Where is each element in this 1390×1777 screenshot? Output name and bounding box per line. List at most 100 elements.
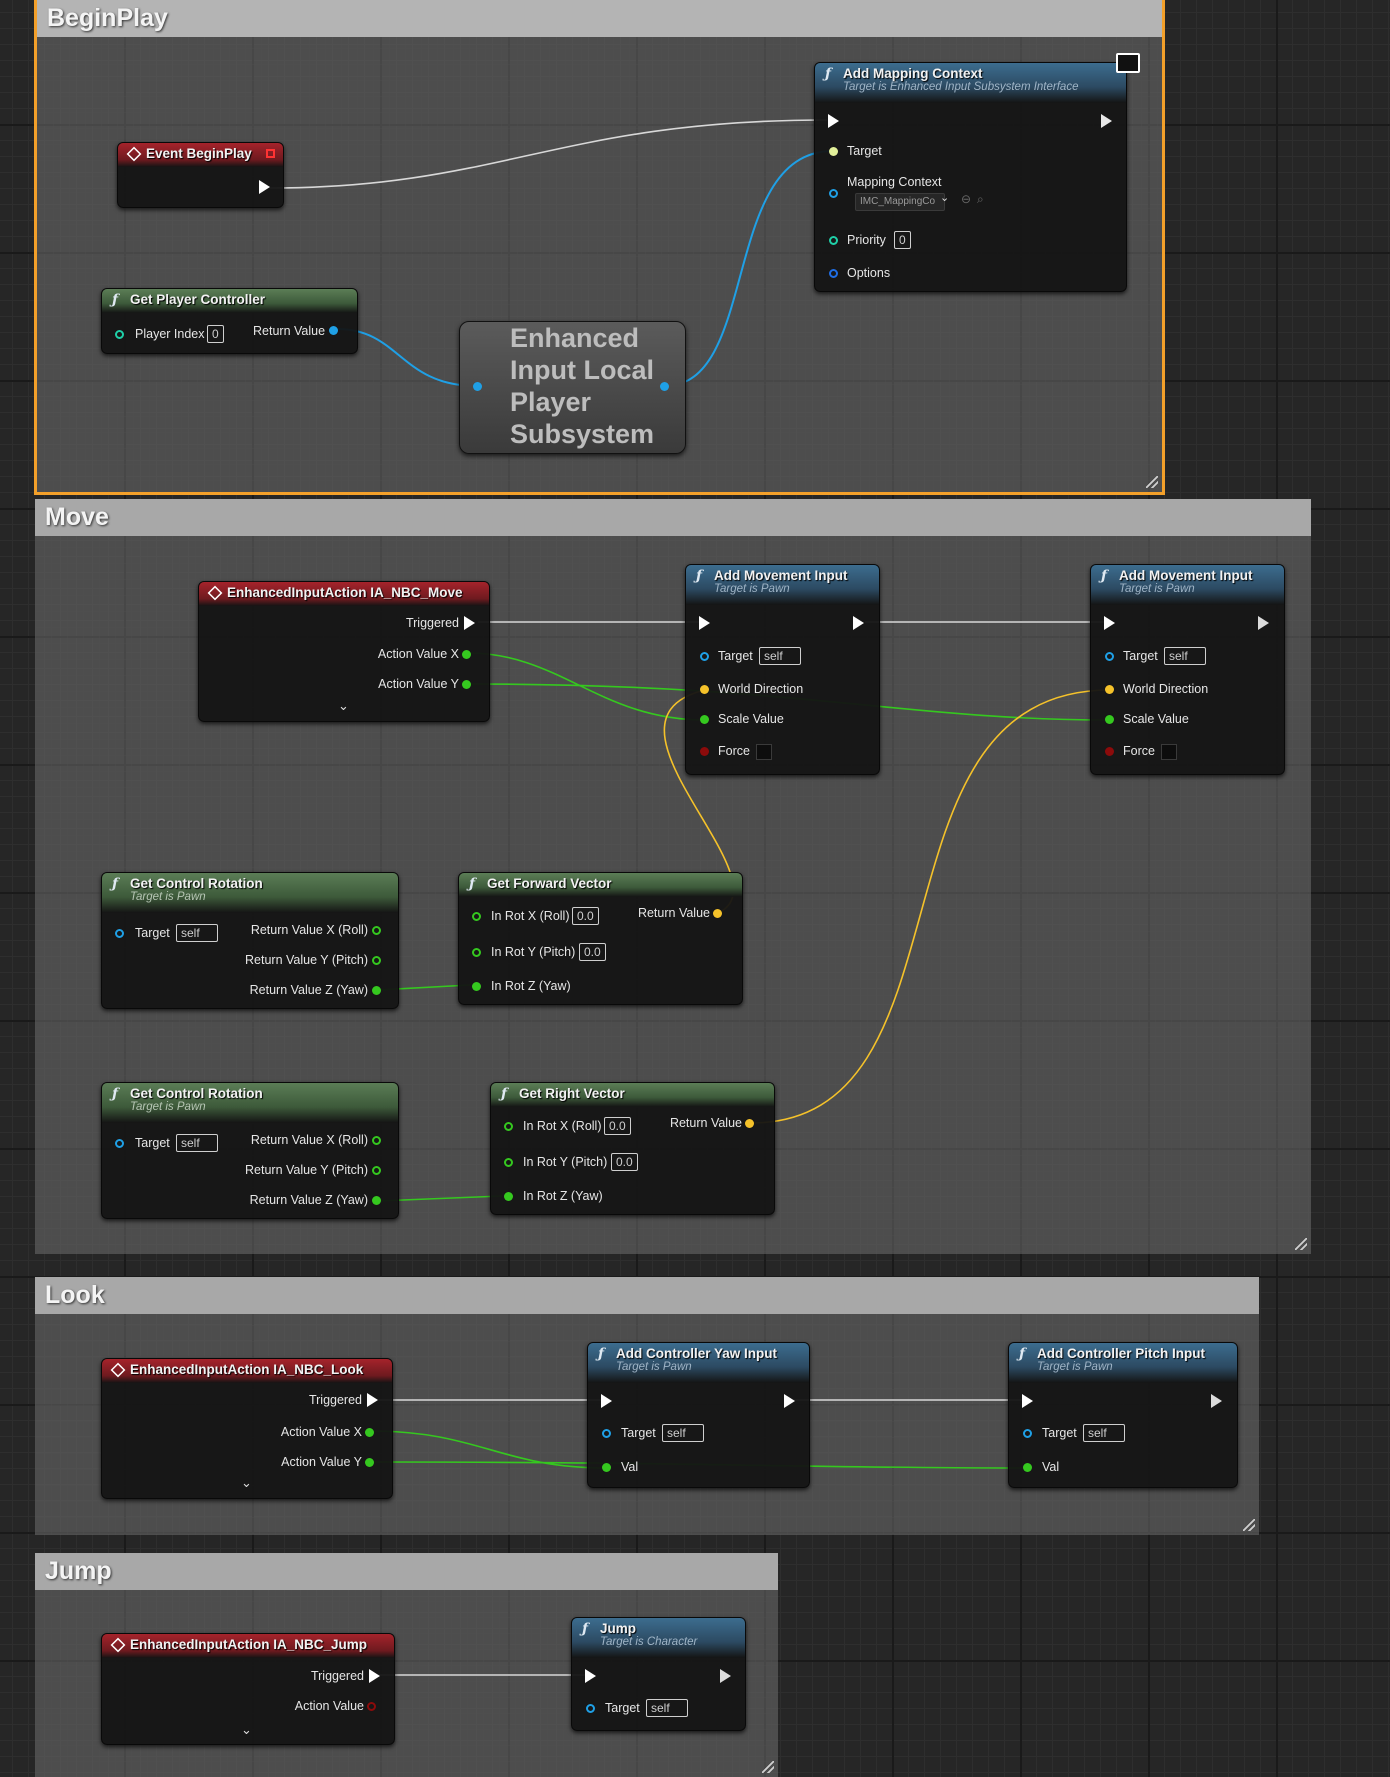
scale-value-pin[interactable] (1105, 715, 1114, 724)
exec-out-pin[interactable] (853, 616, 864, 630)
node-add-movement-input-1[interactable]: ƒ Add Movement Input Target is Pawn Targ… (685, 564, 880, 775)
return-value-pin[interactable] (329, 326, 338, 335)
comment-title[interactable]: BeginPlay (37, 0, 1162, 37)
target-self-field[interactable]: self (662, 1424, 704, 1442)
target-self-field[interactable]: self (176, 924, 218, 942)
node-get-control-rotation-1[interactable]: ƒ Get Control Rotation Target is Pawn Ta… (101, 872, 399, 1009)
target-self-field[interactable]: self (646, 1699, 688, 1717)
expand-chevron-icon[interactable]: ⌄ (241, 1475, 252, 1491)
expand-chevron-icon[interactable]: ⌄ (241, 1722, 252, 1738)
target-pin[interactable] (1023, 1429, 1032, 1438)
target-pin[interactable] (700, 652, 709, 661)
world-direction-pin[interactable] (700, 685, 709, 694)
resize-handle[interactable] (1295, 1238, 1307, 1250)
exec-in-pin[interactable] (601, 1394, 612, 1408)
in-rot-y-field[interactable]: 0.0 (611, 1153, 638, 1171)
exec-in-pin[interactable] (1104, 616, 1115, 630)
in-rot-x-pin[interactable] (472, 912, 481, 921)
node-add-movement-input-2[interactable]: ƒ Add Movement Input Target is Pawn Targ… (1090, 564, 1285, 775)
node-ia-jump[interactable]: EnhancedInputAction IA_NBC_Jump Triggere… (101, 1633, 395, 1745)
exec-out-pin[interactable] (259, 180, 270, 194)
return-x-pin[interactable] (372, 926, 381, 935)
force-checkbox[interactable] (1161, 744, 1177, 760)
node-enhanced-input-subsystem[interactable]: Enhanced Input Local Player Subsystem (459, 321, 686, 454)
node-ia-move[interactable]: EnhancedInputAction IA_NBC_Move Triggere… (198, 581, 490, 722)
target-pin[interactable] (586, 1704, 595, 1713)
target-pin[interactable] (602, 1429, 611, 1438)
expand-chevron-icon[interactable]: ⌄ (338, 698, 349, 714)
in-rot-x-field[interactable]: 0.0 (572, 907, 599, 925)
scale-value-pin[interactable] (700, 715, 709, 724)
resize-handle[interactable] (1146, 476, 1158, 488)
return-value-pin[interactable] (745, 1119, 754, 1128)
node-event-beginplay[interactable]: Event BeginPlay (117, 142, 284, 208)
action-value-y-pin[interactable] (365, 1458, 374, 1467)
player-index-field[interactable]: 0 (207, 325, 224, 343)
target-pin[interactable] (115, 1139, 124, 1148)
in-rot-x-field[interactable]: 0.0 (604, 1117, 631, 1135)
exec-in-pin[interactable] (828, 114, 839, 128)
search-icon[interactable]: ⌕ (977, 192, 984, 207)
action-value-x-pin[interactable] (462, 650, 471, 659)
val-pin[interactable] (1023, 1463, 1032, 1472)
resize-handle[interactable] (762, 1761, 774, 1773)
node-get-right-vector[interactable]: ƒ Get Right Vector In Rot X (Roll) 0.0 I… (490, 1082, 775, 1215)
node-ia-look[interactable]: EnhancedInputAction IA_NBC_Look Triggere… (101, 1358, 393, 1499)
mapping-context-dropdown[interactable]: IMC_MappingCo (855, 193, 945, 211)
return-z-pin[interactable] (372, 1196, 381, 1205)
in-rot-y-pin[interactable] (472, 948, 481, 957)
delegate-pin[interactable] (266, 149, 275, 158)
chevron-down-icon[interactable]: ⌄ (940, 191, 949, 204)
node-get-control-rotation-2[interactable]: ƒ Get Control Rotation Target is Pawn Ta… (101, 1082, 399, 1219)
return-y-pin[interactable] (372, 1166, 381, 1175)
output-pin[interactable] (660, 382, 669, 391)
action-value-pin[interactable] (367, 1702, 376, 1711)
exec-in-pin[interactable] (699, 616, 710, 630)
return-z-pin[interactable] (372, 986, 381, 995)
exec-in-pin[interactable] (1022, 1394, 1033, 1408)
return-x-pin[interactable] (372, 1136, 381, 1145)
exec-out-pin[interactable] (784, 1394, 795, 1408)
options-pin[interactable] (829, 269, 838, 278)
node-jump[interactable]: ƒ Jump Target is Character Target self (571, 1617, 746, 1731)
target-pin[interactable] (829, 147, 838, 156)
node-get-player-controller[interactable]: ƒ Get Player Controller Player Index 0 R… (101, 288, 358, 354)
node-get-forward-vector[interactable]: ƒ Get Forward Vector In Rot X (Roll) 0.0… (458, 872, 743, 1005)
resize-handle[interactable] (1243, 1519, 1255, 1531)
exec-out-pin[interactable] (1211, 1394, 1222, 1408)
mapping-context-pin[interactable] (829, 189, 838, 198)
exec-out-pin[interactable] (720, 1669, 731, 1683)
priority-pin[interactable] (829, 236, 838, 245)
target-self-field[interactable]: self (759, 647, 801, 665)
target-self-field[interactable]: self (176, 1134, 218, 1152)
player-index-pin[interactable] (115, 330, 124, 339)
val-pin[interactable] (602, 1463, 611, 1472)
triggered-exec-pin[interactable] (464, 616, 475, 630)
target-self-field[interactable]: self (1164, 647, 1206, 665)
force-pin[interactable] (1105, 747, 1114, 756)
input-pin[interactable] (473, 382, 482, 391)
in-rot-z-pin[interactable] (504, 1192, 513, 1201)
comment-title[interactable]: Look (35, 1277, 1259, 1314)
in-rot-y-field[interactable]: 0.0 (579, 943, 606, 961)
node-add-mapping-context[interactable]: ƒ Add Mapping Context Target is Enhanced… (814, 53, 1140, 292)
node-add-controller-yaw-input[interactable]: ƒ Add Controller Yaw Input Target is Paw… (587, 1342, 810, 1488)
force-pin[interactable] (700, 747, 709, 756)
in-rot-y-pin[interactable] (504, 1158, 513, 1167)
return-value-pin[interactable] (713, 909, 722, 918)
world-direction-pin[interactable] (1105, 685, 1114, 694)
node-add-controller-pitch-input[interactable]: ƒ Add Controller Pitch Input Target is P… (1008, 1342, 1238, 1488)
target-pin[interactable] (1105, 652, 1114, 661)
action-value-y-pin[interactable] (462, 680, 471, 689)
exec-out-pin[interactable] (1101, 114, 1112, 128)
return-y-pin[interactable] (372, 956, 381, 965)
priority-field[interactable]: 0 (894, 231, 911, 249)
comment-title[interactable]: Jump (35, 1553, 778, 1590)
target-self-field[interactable]: self (1083, 1424, 1125, 1442)
triggered-exec-pin[interactable] (369, 1669, 380, 1683)
comment-title[interactable]: Move (35, 499, 1311, 536)
exec-out-pin[interactable] (1258, 616, 1269, 630)
target-pin[interactable] (115, 929, 124, 938)
force-checkbox[interactable] (756, 744, 772, 760)
triggered-exec-pin[interactable] (367, 1393, 378, 1407)
